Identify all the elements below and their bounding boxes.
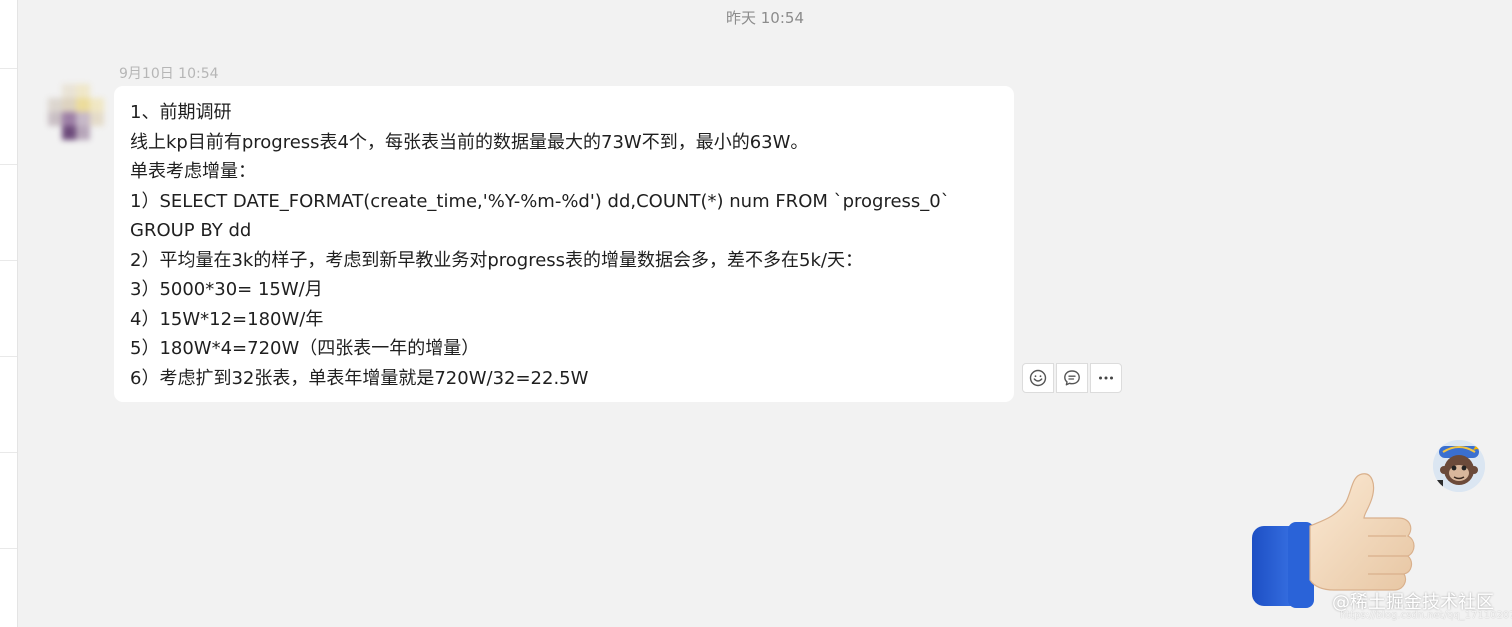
sender-avatar[interactable]	[48, 84, 104, 140]
divider	[0, 68, 17, 69]
message-line: 5）180W*4=720W（四张表一年的增量）	[130, 338, 480, 359]
message-bubble[interactable]: 1、前期调研 线上kp目前有progress表4个，每张表当前的数据量最大的73…	[114, 86, 1014, 402]
conversation-list-edge	[0, 0, 18, 627]
quote-reply-button[interactable]	[1056, 363, 1088, 393]
more-actions-button[interactable]	[1090, 363, 1122, 393]
day-timestamp: 昨天 10:54	[726, 9, 804, 27]
message-line: 单表考虑增量：	[130, 161, 256, 182]
message-line: 4）15W*12=180W/年	[130, 308, 324, 330]
more-icon	[1099, 376, 1113, 380]
message-line: 1）SELECT DATE_FORMAT(create_time,'%Y-%m-…	[130, 190, 950, 212]
divider	[0, 164, 17, 165]
emoji-icon	[1029, 369, 1047, 387]
divider	[0, 548, 17, 549]
message-actions	[1022, 363, 1122, 393]
watermark-url: https://blog.csdn.net/qq_17110207	[1340, 610, 1512, 621]
my-avatar[interactable]	[1433, 440, 1485, 492]
emoji-reaction-button[interactable]	[1022, 363, 1054, 393]
monkey-avatar-icon	[1433, 440, 1485, 492]
divider	[0, 356, 17, 357]
message-line: 3）5000*30= 15W/月	[130, 279, 323, 300]
message-line: 线上kp目前有progress表4个，每张表当前的数据量最大的73W不到，最小的…	[130, 131, 809, 153]
comment-icon	[1064, 370, 1080, 386]
message-line: GROUP BY dd	[130, 220, 252, 241]
message-line: 6）考虑扩到32张表，单表年增量就是720W/32=22.5W	[130, 367, 589, 389]
chat-area[interactable]: 昨天 10:54 9月10日 10:54 1、前期调研 线上kp目前有progr…	[18, 0, 1512, 627]
message-line: 2）平均量在3k的样子，考虑到新早教业务对progress表的增量数据会多，差不…	[130, 249, 863, 271]
message-timestamp: 9月10日 10:54	[119, 66, 219, 82]
divider	[0, 452, 17, 453]
divider	[0, 260, 17, 261]
message-line: 1、前期调研	[130, 102, 232, 123]
